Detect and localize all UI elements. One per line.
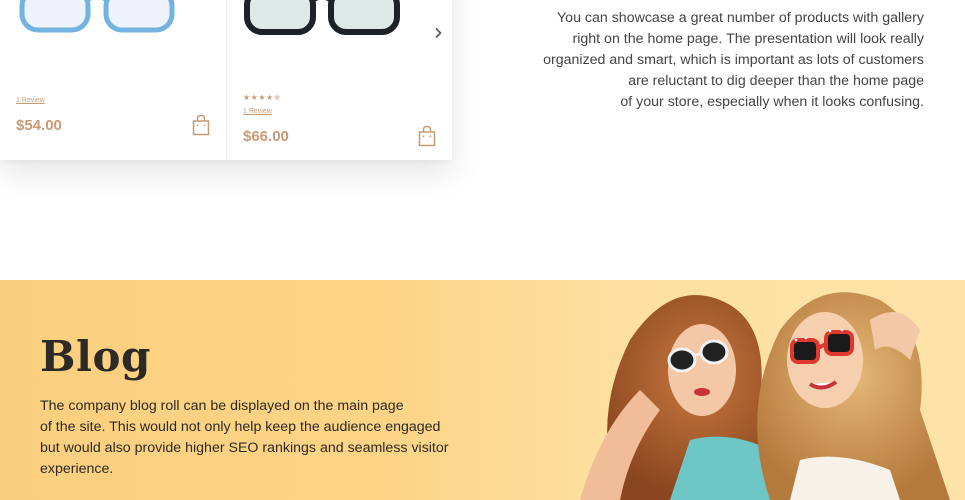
shopping-bag-icon[interactable]: [418, 125, 436, 147]
rating-stars: ★★★★✯: [243, 93, 281, 102]
blog-hero-image: [580, 292, 950, 500]
description-line: are reluctant to dig deeper than the hom…: [628, 73, 924, 89]
blog-description-line: but would also provide higher SEO rankin…: [40, 440, 449, 456]
product-card[interactable]: ★★★★✯ 1 Review $66.00: [226, 0, 452, 160]
blog-description-line: experience.: [40, 461, 114, 477]
gallery-next-button[interactable]: [430, 25, 446, 41]
blog-description: The company blog roll can be displayed o…: [40, 396, 470, 480]
gallery-description: You can showcase a great number of produ…: [524, 8, 924, 113]
black-glasses-image: [244, 0, 400, 35]
shopping-bag-icon[interactable]: [192, 114, 210, 136]
product-gallery: 1 Review $54.00 ★★★★✯ 1 Review $66.00: [0, 0, 452, 160]
review-link[interactable]: 1 Review: [16, 97, 45, 104]
blog-description-line: The company blog roll can be displayed o…: [40, 398, 404, 414]
blue-glasses-image: [19, 0, 175, 33]
review-link[interactable]: 1 Review: [243, 108, 272, 115]
blog-section: Blog The company blog roll can be displa…: [0, 280, 965, 500]
blog-title: Blog: [40, 332, 151, 381]
product-card[interactable]: 1 Review $54.00: [0, 0, 226, 160]
description-line: of your store, especially when it looks …: [620, 94, 924, 110]
description-line: organized and smart, which is important …: [543, 52, 924, 68]
product-price: $66.00: [243, 128, 289, 145]
description-line: You can showcase a great number of produ…: [557, 10, 924, 26]
description-line: right on the home page. The presentation…: [572, 31, 924, 47]
blog-description-line: of the site. This would not only help ke…: [40, 419, 441, 435]
chevron-right-icon: [435, 27, 442, 39]
product-price: $54.00: [16, 117, 62, 134]
